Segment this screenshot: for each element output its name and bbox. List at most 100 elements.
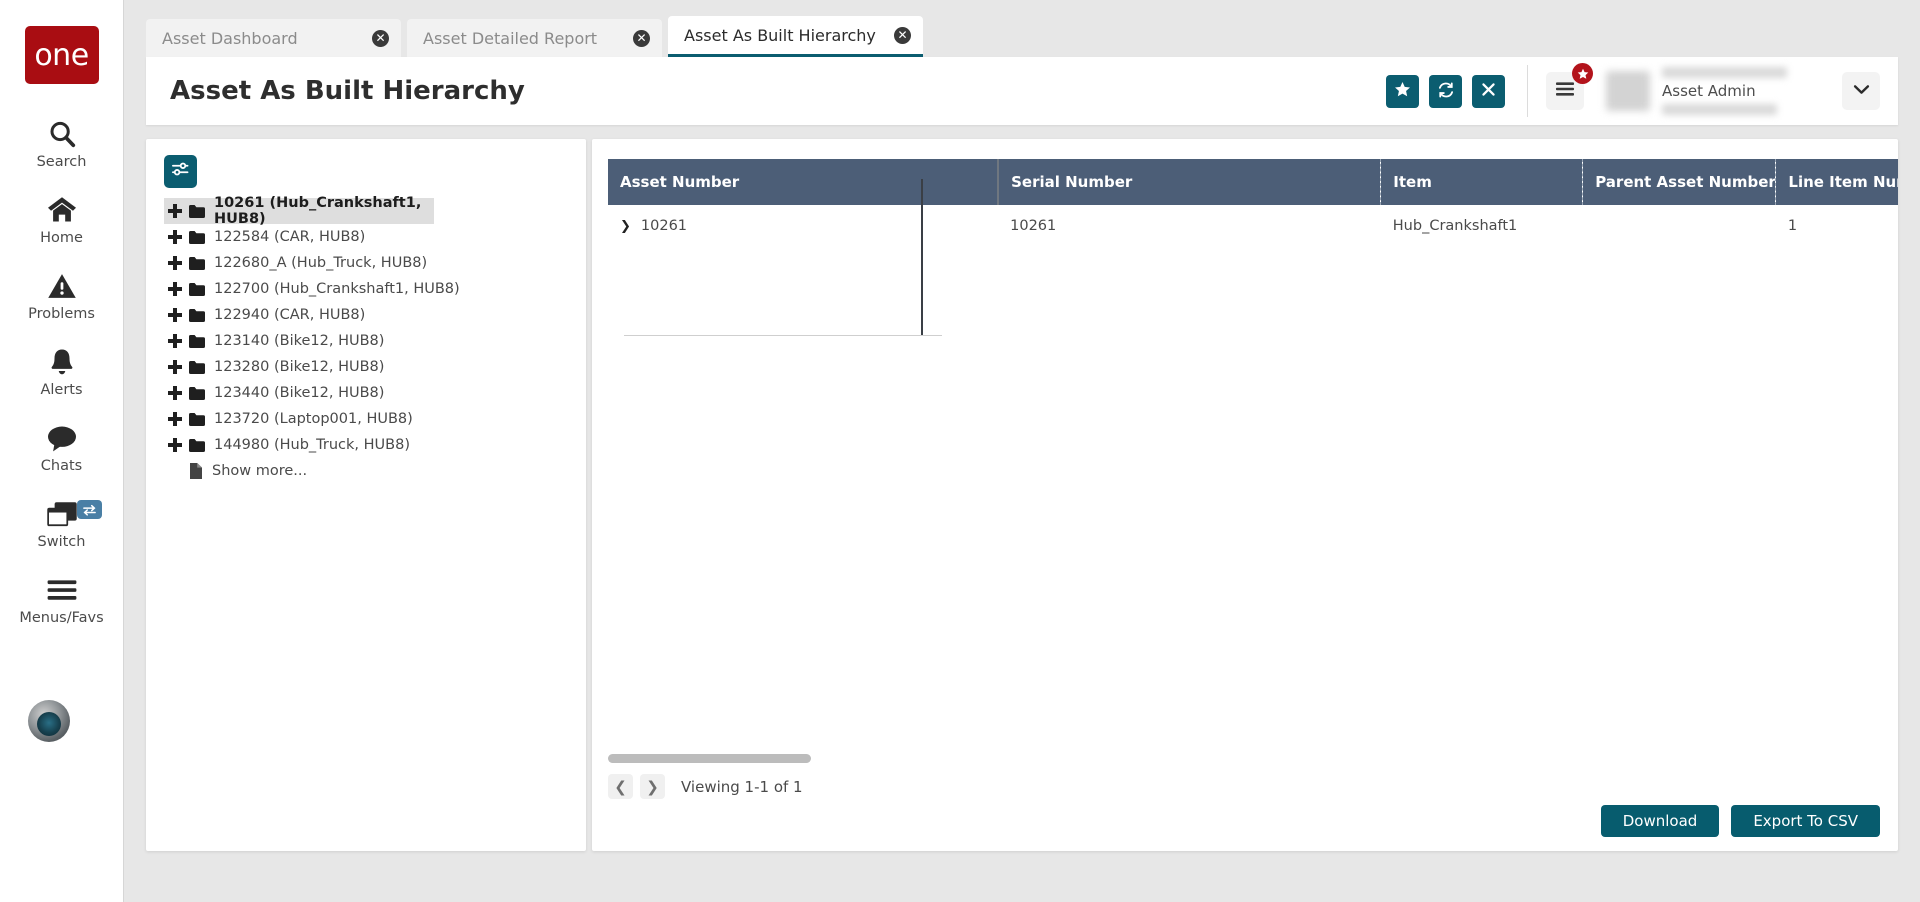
rail-item-chats[interactable]: Chats <box>0 422 124 474</box>
expand-plus-icon[interactable] <box>168 256 182 270</box>
close-circle-icon[interactable]: ✕ <box>894 26 911 44</box>
grid-scroll-viewport: Asset Number Serial Number Item Parent A… <box>608 159 1898 659</box>
hamburger-icon <box>1555 81 1575 102</box>
tree-list: 10261 (Hub_Crankshaft1, HUB8) 122584 (CA… <box>164 195 574 484</box>
download-button[interactable]: Download <box>1600 805 1720 837</box>
cell-serial-number: 10261 <box>1010 218 1057 234</box>
home-icon <box>46 194 78 226</box>
tree-node[interactable]: 122680_A (Hub_Truck, HUB8) <box>164 250 574 276</box>
cell-asset-number[interactable]: ❯ 10261 <box>608 205 998 247</box>
close-circle-icon[interactable]: ✕ <box>372 29 389 47</box>
hierarchy-tree-panel: 10261 (Hub_Crankshaft1, HUB8) 122584 (CA… <box>146 139 586 851</box>
tree-node[interactable]: 123140 (Bike12, HUB8) <box>164 328 574 354</box>
column-header-parent-asset-number[interactable]: Parent Asset Number <box>1582 159 1777 205</box>
rail-label-switch: Switch <box>37 534 86 550</box>
tab-asset-detailed-report[interactable]: Asset Detailed Report ✕ <box>407 19 662 57</box>
rail-label-menus-favs: Menus/Favs <box>19 610 104 626</box>
expand-plus-icon[interactable] <box>168 412 182 426</box>
chat-bubble-icon <box>46 422 78 454</box>
expand-plus-icon[interactable] <box>168 204 182 218</box>
user-menu[interactable]: Asset Admin <box>1606 67 1880 115</box>
scrollbar-thumb[interactable] <box>608 754 811 763</box>
tree-node[interactable]: 123280 (Bike12, HUB8) <box>164 354 574 380</box>
refresh-button[interactable] <box>1429 74 1462 108</box>
content-area: 10261 (Hub_Crankshaft1, HUB8) 122584 (CA… <box>124 125 1920 851</box>
cell-parent-asset-number <box>1583 205 1776 247</box>
chevron-left-icon: ❮ <box>614 777 627 796</box>
grid-pager: ❮ ❯ Viewing 1-1 of 1 <box>608 774 803 799</box>
folder-icon <box>189 308 205 322</box>
app-logo[interactable]: one <box>24 26 99 84</box>
column-separator[interactable] <box>921 179 923 335</box>
column-header-serial-number[interactable]: Serial Number <box>998 159 1382 205</box>
windows-stack-icon <box>46 498 78 530</box>
chevron-right-icon[interactable]: ❯ <box>620 219 631 234</box>
expand-plus-icon[interactable] <box>168 230 182 244</box>
hamburger-icon <box>46 574 78 606</box>
export-to-csv-button[interactable]: Export To CSV <box>1731 805 1880 837</box>
folder-icon <box>189 256 205 270</box>
folder-icon <box>189 386 205 400</box>
menu-button[interactable] <box>1546 63 1593 110</box>
star-icon <box>1394 81 1411 101</box>
logo-text: one <box>34 37 89 73</box>
folder-icon <box>189 438 205 452</box>
expand-plus-icon[interactable] <box>168 360 182 374</box>
refresh-icon <box>1437 81 1455 102</box>
cell-line-item-number: 1 <box>1787 218 1798 234</box>
close-circle-icon[interactable]: ✕ <box>633 29 650 47</box>
cell-item: Hub_Crankshaft1 <box>1392 218 1518 234</box>
expand-plus-icon[interactable] <box>168 282 182 296</box>
column-header-asset-number[interactable]: Asset Number <box>608 159 1000 205</box>
tree-show-more[interactable]: Show more... <box>164 458 574 484</box>
cell-asset-number-text: 10261 <box>640 218 688 234</box>
user-avatar-rail[interactable] <box>28 700 70 742</box>
tree-node[interactable]: 123440 (Bike12, HUB8) <box>164 380 574 406</box>
tree-node[interactable]: 122940 (CAR, HUB8) <box>164 302 574 328</box>
tree-node[interactable]: 144980 (Hub_Truck, HUB8) <box>164 432 574 458</box>
tree-node[interactable]: 122584 (CAR, HUB8) <box>164 224 574 250</box>
folder-icon <box>189 204 205 218</box>
tab-label: Asset Dashboard <box>162 28 298 48</box>
tab-label: Asset As Built Hierarchy <box>684 25 876 45</box>
rail-item-switch[interactable]: Switch <box>0 498 124 550</box>
tree-node[interactable]: 123720 (Laptop001, HUB8) <box>164 406 574 432</box>
prev-page-button[interactable]: ❮ <box>608 774 633 799</box>
tree-node[interactable]: 10261 (Hub_Crankshaft1, HUB8) <box>164 195 434 227</box>
rail-item-problems[interactable]: Problems <box>0 270 124 322</box>
expand-plus-icon[interactable] <box>168 334 182 348</box>
favorites-badge <box>1572 63 1593 84</box>
favorite-button[interactable] <box>1386 74 1419 108</box>
folder-icon <box>189 334 205 348</box>
grid-footer-actions: Download Export To CSV <box>1600 805 1880 837</box>
close-button[interactable] <box>1472 74 1505 108</box>
asset-grid: Asset Number Serial Number Item Parent A… <box>608 159 1898 247</box>
rail-item-alerts[interactable]: Alerts <box>0 346 124 398</box>
expand-plus-icon[interactable] <box>168 386 182 400</box>
expand-plus-icon[interactable] <box>168 438 182 452</box>
table-row[interactable]: ❯ 10261 10261 Hub_Crankshaft1 1 <box>608 205 1898 247</box>
x-icon <box>1481 82 1496 100</box>
rail-label-problems: Problems <box>28 306 95 322</box>
tree-filter-button[interactable] <box>164 155 197 188</box>
tree-node-label: 122680_A (Hub_Truck, HUB8) <box>214 255 428 271</box>
tab-asset-dashboard[interactable]: Asset Dashboard ✕ <box>146 19 401 57</box>
user-menu-toggle[interactable] <box>1842 72 1880 110</box>
expand-plus-icon[interactable] <box>168 308 182 322</box>
folder-icon <box>189 282 205 296</box>
rail-item-menus-favs[interactable]: Menus/Favs <box>0 574 124 626</box>
folder-icon <box>189 230 205 244</box>
rail-item-search[interactable]: Search <box>0 118 124 170</box>
swap-arrows-icon[interactable] <box>76 500 102 519</box>
tree-node[interactable]: 122700 (Hub_Crankshaft1, HUB8) <box>164 276 574 302</box>
tree-node-label: 144980 (Hub_Truck, HUB8) <box>214 437 410 453</box>
folder-icon <box>189 412 205 426</box>
column-header-line-item-number[interactable]: Line Item Number <box>1775 159 1898 205</box>
document-icon <box>189 463 202 479</box>
column-header-item[interactable]: Item <box>1380 159 1584 205</box>
rail-item-home[interactable]: Home <box>0 194 124 246</box>
next-page-button[interactable]: ❯ <box>640 774 665 799</box>
tab-asset-as-built-hierarchy[interactable]: Asset As Built Hierarchy ✕ <box>668 16 923 57</box>
rail-label-search: Search <box>36 154 87 170</box>
horizontal-scrollbar[interactable] <box>608 754 1615 763</box>
